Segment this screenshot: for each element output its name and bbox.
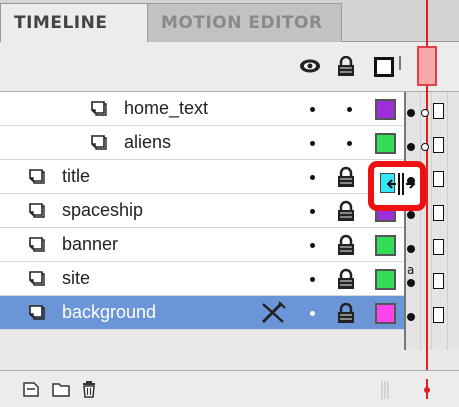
layer-name[interactable]: background — [62, 302, 156, 323]
frame-span-end[interactable] — [433, 239, 444, 255]
layer-icon — [29, 203, 45, 218]
playhead-marker-icon — [424, 379, 430, 399]
playhead-line — [426, 0, 428, 46]
layer-row[interactable]: site — [0, 262, 404, 296]
layer-icon — [29, 305, 45, 320]
lock-icon[interactable] — [336, 200, 356, 222]
frame-span-end[interactable] — [433, 103, 444, 119]
lock-icon[interactable] — [336, 268, 356, 290]
keyframe[interactable] — [407, 211, 415, 219]
layer-row[interactable]: spaceship — [0, 194, 404, 228]
resize-highlight — [368, 161, 426, 211]
eye-icon[interactable] — [299, 58, 321, 74]
keyframe[interactable] — [407, 313, 415, 321]
layer-icon — [91, 101, 107, 116]
layer-name[interactable]: spaceship — [62, 200, 143, 221]
frame-span-end[interactable] — [433, 273, 444, 289]
frame-span-end[interactable] — [433, 307, 444, 323]
keyframe[interactable] — [407, 245, 415, 253]
visibility-dot[interactable] — [310, 311, 315, 316]
layer-color-swatch[interactable] — [375, 99, 396, 120]
pencil-crossed-icon — [261, 301, 286, 324]
keyframe[interactable] — [407, 177, 415, 185]
frame-gridline — [431, 92, 432, 350]
new-folder-icon[interactable] — [52, 380, 70, 398]
lock-icon[interactable] — [336, 302, 356, 324]
frame-span-end[interactable] — [433, 205, 444, 221]
visibility-dot[interactable] — [310, 141, 315, 146]
layer-color-swatch[interactable] — [375, 133, 396, 154]
layer-icon — [29, 271, 45, 286]
visibility-dot[interactable] — [310, 107, 315, 112]
frame-span-end[interactable] — [433, 171, 444, 187]
keyframe[interactable] — [407, 143, 415, 151]
lock-dot[interactable] — [347, 107, 352, 112]
layer-name[interactable]: home_text — [124, 98, 208, 119]
timeline-panel: TIMELINE MOTION EDITOR home_textaliens ti… — [0, 0, 459, 407]
frame-gridline — [420, 92, 421, 350]
layer-header — [0, 42, 459, 92]
layer-icon — [29, 237, 45, 252]
delete-layer-icon[interactable] — [80, 380, 98, 398]
frame-span-end[interactable] — [433, 137, 444, 153]
frame-gridline — [447, 92, 448, 350]
layer-row[interactable]: home_text — [0, 92, 404, 126]
visibility-dot[interactable] — [310, 243, 315, 248]
lock-icon[interactable] — [336, 166, 356, 188]
layer-name[interactable]: banner — [62, 234, 118, 255]
layer-name[interactable]: aliens — [124, 132, 171, 153]
tab-motion-editor[interactable]: MOTION EDITOR — [148, 3, 342, 42]
blank-keyframe[interactable] — [421, 109, 429, 117]
tab-bar: TIMELINE MOTION EDITOR — [0, 0, 459, 42]
layer-row[interactable]: title — [0, 160, 404, 194]
layer-name[interactable]: site — [62, 268, 90, 289]
keyframe[interactable] — [407, 109, 415, 117]
visibility-dot[interactable] — [310, 175, 315, 180]
new-layer-icon[interactable] — [22, 380, 40, 398]
playhead-line — [426, 86, 428, 407]
layer-row[interactable]: banner — [0, 228, 404, 262]
layer-color-swatch[interactable] — [375, 269, 396, 290]
empty-layer-area — [0, 330, 404, 368]
layer-color-swatch[interactable] — [375, 235, 396, 256]
blank-keyframe[interactable] — [421, 143, 429, 151]
playhead[interactable] — [417, 46, 437, 86]
tab-timeline[interactable]: TIMELINE — [0, 3, 148, 42]
frame-ruler-tick — [399, 56, 401, 70]
layer-icon — [91, 135, 107, 150]
timeline-toolbar — [0, 370, 459, 407]
lock-icon[interactable] — [336, 234, 356, 256]
frame-label-marker: a — [407, 263, 415, 277]
keyframe[interactable] — [407, 279, 415, 287]
layer-name[interactable]: title — [62, 166, 90, 187]
layer-color-swatch[interactable] — [375, 303, 396, 324]
visibility-dot[interactable] — [310, 277, 315, 282]
visibility-dot[interactable] — [310, 209, 315, 214]
layer-icon — [29, 169, 45, 184]
layer-row[interactable]: background — [0, 296, 404, 330]
outline-icon[interactable] — [374, 57, 394, 77]
panel-resize-handle[interactable] — [380, 381, 390, 399]
layer-row[interactable]: aliens — [0, 126, 404, 160]
lock-dot[interactable] — [347, 141, 352, 146]
lock-icon[interactable] — [337, 56, 355, 76]
